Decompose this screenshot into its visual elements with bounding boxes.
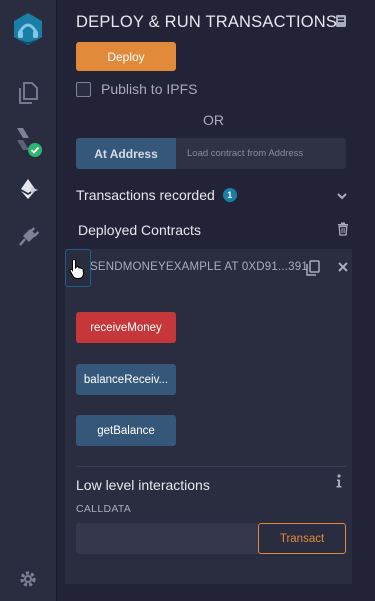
trash-icon[interactable] [337,222,349,241]
calldata-input[interactable] [76,523,258,554]
panel-title: DEPLOY & RUN TRANSACTIONS [76,13,338,31]
transactions-recorded-toggle[interactable]: Transactions recorded 1 [76,187,237,203]
contract-name: SENDMONEYEXAMPLE AT 0XD91...391 [90,261,308,273]
deploy-run-panel: DEPLOY & RUN TRANSACTIONS Deploy Publish… [57,0,375,601]
solidity-compiler-icon[interactable] [0,126,56,158]
remix-logo-icon[interactable] [0,8,56,50]
chevron-down-icon[interactable] [336,188,348,206]
deploy-button[interactable]: Deploy [76,42,176,71]
transact-button[interactable]: Transact [258,523,346,554]
info-icon[interactable] [335,474,343,493]
publish-ipfs-checkbox[interactable] [76,81,91,97]
deploy-run-icon[interactable] [0,176,56,202]
documentation-book-icon[interactable] [335,14,347,33]
at-address-button[interactable]: At Address [76,138,176,169]
or-separator: OR [203,112,224,128]
deployed-contracts-title: Deployed Contracts [78,222,201,238]
plugin-manager-icon[interactable] [0,224,56,250]
transactions-count-badge: 1 [222,188,237,202]
close-icon[interactable] [337,260,349,278]
function-button-balance-received[interactable]: balanceReceiv... [76,364,176,395]
transactions-recorded-label: Transactions recorded [76,187,215,203]
publish-ipfs-option[interactable]: Publish to IPFS [76,81,198,97]
file-explorer-icon[interactable] [0,80,56,106]
function-button-receive-money[interactable]: receiveMoney [76,312,176,343]
hand-pointer-cursor-icon [69,258,85,285]
publish-ipfs-label: Publish to IPFS [101,81,198,97]
section-divider [76,466,346,467]
contract-address-input[interactable] [176,138,346,169]
calldata-label: CALLDATA [76,503,132,515]
low-level-interactions-title: Low level interactions [76,477,210,493]
icon-sidebar [0,0,57,601]
settings-icon[interactable] [0,568,56,590]
function-button-get-balance[interactable]: getBalance [76,415,176,446]
deployed-contract-instance: SENDMONEYEXAMPLE AT 0XD91...391 receiveM… [65,249,352,584]
copy-address-icon[interactable] [306,260,320,281]
